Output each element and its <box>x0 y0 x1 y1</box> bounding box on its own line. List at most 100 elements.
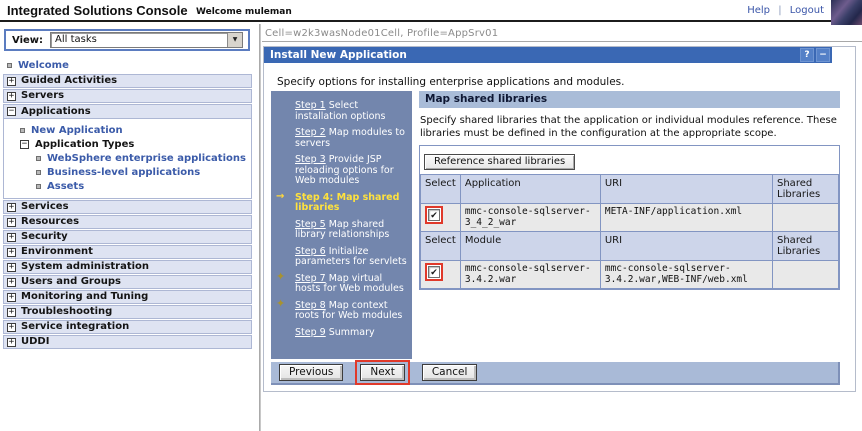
bullet-icon <box>20 128 25 133</box>
portlet-titlebar: Install New Application ? − <box>264 47 832 63</box>
step-link[interactable]: Step 5 <box>295 219 326 230</box>
sidebar-separator <box>259 24 261 431</box>
view-label: View: <box>12 35 43 46</box>
sidebar-section-servers[interactable]: + Servers <box>3 89 252 103</box>
sidebar-section-troubleshooting[interactable]: + Troubleshooting <box>3 305 252 319</box>
uri-column-header: URI <box>600 175 772 204</box>
sidebar-section-security[interactable]: + Security <box>3 230 252 244</box>
step-link[interactable]: Step 3 <box>295 154 326 165</box>
select-column-header: Select <box>421 232 461 261</box>
wizard-step-4-current: → Step 4: Map shared libraries <box>271 193 407 214</box>
previous-button[interactable]: Previous <box>279 364 343 381</box>
portlet-help-icon[interactable]: ? <box>800 48 814 62</box>
module-table-row: ✔ mmc-console-sqlserver-3.4.2.war mmc-co… <box>421 261 839 289</box>
wizard-step-9: Step 9 Summary <box>271 328 407 339</box>
expand-icon[interactable]: + <box>7 218 16 227</box>
portlet-title: Install New Application <box>270 49 407 61</box>
expand-icon[interactable]: + <box>7 293 16 302</box>
expand-icon[interactable]: + <box>7 278 16 287</box>
sidebar-item-application-types[interactable]: − Application Types <box>4 137 251 151</box>
application-uri-cell: META-INF/application.xml <box>600 204 772 232</box>
application-table-row: ✔ mmc-console-sqlserver-3_4_2_war META-I… <box>421 204 839 232</box>
logout-link[interactable]: Logout <box>790 5 824 16</box>
sidebar-section-users-and-groups[interactable]: + Users and Groups <box>3 275 252 289</box>
module-select-checkbox[interactable]: ✔ <box>428 266 440 278</box>
expand-icon[interactable]: + <box>7 92 16 101</box>
applications-children: New Application − Application Types WebS… <box>4 119 251 198</box>
expand-icon[interactable]: + <box>7 308 16 317</box>
dropdown-arrow-icon[interactable]: ▼ <box>227 33 242 47</box>
sidebar-section-environment[interactable]: + Environment <box>3 245 252 259</box>
sidebar-item-websphere-enterprise-applications[interactable]: WebSphere enterprise applications <box>4 151 251 165</box>
expand-icon[interactable]: + <box>7 233 16 242</box>
sidebar-section-monitoring-and-tuning[interactable]: + Monitoring and Tuning <box>3 290 252 304</box>
application-header-row: Select Application URI Shared Libraries <box>421 175 839 204</box>
sidebar-item-new-application[interactable]: New Application <box>4 123 251 137</box>
expand-icon[interactable]: + <box>7 77 16 86</box>
shared-libraries-column-header: Shared Libraries <box>773 232 839 261</box>
wizard-step-8: ✦ Step 8 Map context roots for Web modul… <box>271 301 407 322</box>
sidebar-section-service-integration[interactable]: + Service integration <box>3 320 252 334</box>
sidebar-section-system-administration[interactable]: + System administration <box>3 260 252 274</box>
annotation-box: Next <box>355 360 409 385</box>
wizard-step-3: Step 3 Provide JSP reloading options for… <box>271 155 407 187</box>
view-select[interactable]: All tasks ▼ <box>50 32 243 48</box>
sidebar-section-uddi[interactable]: + UDDI <box>3 335 252 349</box>
expand-icon[interactable]: + <box>7 323 16 332</box>
breadcrumb: Cell=w2k3wasNode01Cell, Profile=AppSrv01 <box>262 24 862 42</box>
portlet-minimize-icon[interactable]: − <box>816 48 830 62</box>
annotation-box: ✔ <box>425 206 443 224</box>
module-header-row: Select Module URI Shared Libraries <box>421 232 839 261</box>
expand-icon[interactable]: + <box>7 338 16 347</box>
step-link[interactable]: Step 6 <box>295 246 326 257</box>
shared-libraries-table: Reference shared libraries Select Applic… <box>419 145 840 290</box>
shared-libraries-column-header: Shared Libraries <box>773 175 839 204</box>
sidebar-section-applications: − Applications New Application − Applica… <box>3 104 252 199</box>
module-uri-cell: mmc-console-sqlserver-3.4.2.war,WEB-INF/… <box>600 261 772 289</box>
expand-icon[interactable]: + <box>7 263 16 272</box>
navigation-sidebar: View: All tasks ▼ Welcome + Guided Activ… <box>0 24 259 431</box>
banner-links: Help | Logout <box>747 5 824 16</box>
expand-icon[interactable]: + <box>7 203 16 212</box>
titlebar-buttons: ? − <box>800 48 830 62</box>
step-marker-star-icon: ✦ <box>276 299 285 310</box>
help-link[interactable]: Help <box>747 5 770 16</box>
wizard-step-5: Step 5 Map shared library relationships <box>271 220 407 241</box>
step-heading: Map shared libraries <box>419 91 840 108</box>
reference-shared-libraries-button[interactable]: Reference shared libraries <box>424 154 575 170</box>
wizard-step-6: Step 6 Initialize parameters for servlet… <box>271 247 407 268</box>
current-step-arrow-icon: → <box>276 192 284 203</box>
view-select-value: All tasks <box>51 33 227 47</box>
bullet-icon <box>7 63 12 68</box>
main-content: Cell=w2k3wasNode01Cell, Profile=AppSrv01… <box>262 24 862 431</box>
next-button[interactable]: Next <box>360 364 404 381</box>
wizard-intro-text: Specify options for installing enterpris… <box>277 76 855 88</box>
applications-header[interactable]: − Applications <box>4 105 251 119</box>
step-link[interactable]: Step 8 <box>295 300 326 311</box>
sidebar-section-resources[interactable]: + Resources <box>3 215 252 229</box>
sidebar-item-business-level-applications[interactable]: Business-level applications <box>4 165 251 179</box>
collapse-icon[interactable]: − <box>20 140 29 149</box>
expand-icon[interactable]: + <box>7 248 16 257</box>
wizard-step-7: ✦ Step 7 Map virtual hosts for Web modul… <box>271 274 407 295</box>
sidebar-section-services[interactable]: + Services <box>3 200 252 214</box>
collapse-icon[interactable]: − <box>7 107 16 116</box>
cancel-button[interactable]: Cancel <box>422 364 478 381</box>
step-link[interactable]: Step 9 <box>295 327 326 338</box>
link-separator: | <box>778 5 781 16</box>
step-link[interactable]: Step 2 <box>295 127 326 138</box>
sidebar-section-guided-activities[interactable]: + Guided Activities <box>3 74 252 88</box>
step-link[interactable]: Step 1 <box>295 100 326 111</box>
sidebar-item-welcome[interactable]: Welcome <box>0 58 259 72</box>
uri-column-header: URI <box>600 232 772 261</box>
step-marker-star-icon: ✦ <box>276 272 285 283</box>
bullet-icon <box>36 156 41 161</box>
application-shared-cell <box>773 204 839 232</box>
install-new-application-portlet: Install New Application ? − Specify opti… <box>263 46 856 392</box>
step-link[interactable]: Step 7 <box>295 273 326 284</box>
sidebar-item-assets[interactable]: Assets <box>4 179 251 193</box>
wizard-step-1: Step 1 Select installation options <box>271 101 407 122</box>
application-select-checkbox[interactable]: ✔ <box>428 209 440 221</box>
websphere-banner-graphic <box>831 0 862 25</box>
table-toolbar: Reference shared libraries <box>420 146 839 174</box>
